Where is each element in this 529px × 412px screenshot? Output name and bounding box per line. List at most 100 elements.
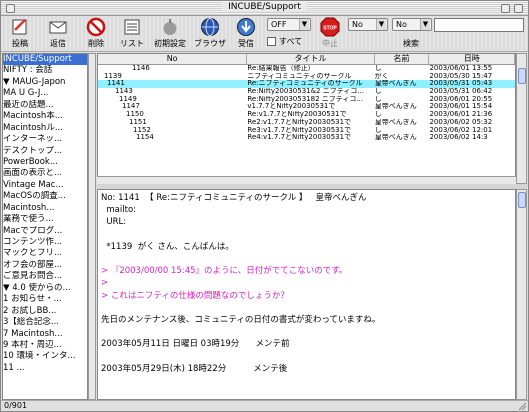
column-header-no[interactable]: No	[98, 54, 248, 64]
tree-item[interactable]: オフ会の部屋...	[3, 260, 87, 271]
tree-item[interactable]: 業務で使う...	[3, 214, 87, 225]
message-body-scrollbar[interactable]	[516, 189, 527, 400]
message-body[interactable]: No: 1141 【 Re:ニフティコミュニティのサークル 】 皇帝べんぎん m…	[97, 189, 516, 400]
delete-button[interactable]: 削除	[79, 17, 113, 51]
table-row[interactable]: 1152 Re3:v1.7.7とNifty20030531で し 2003/06/02…	[98, 127, 515, 135]
tree-item[interactable]: インターネッ...	[3, 134, 87, 145]
body-line: *1139 がく さん、こんばんは。	[101, 241, 234, 252]
filter-select[interactable]: No ▼	[392, 18, 432, 31]
search-input[interactable]	[434, 18, 524, 32]
table-row[interactable]: 1146 Re:結果報告（修正） し 2003/06/01 13:55	[98, 65, 515, 73]
cell-title: Re:Nifty20030531&2 ニフティコ...	[247, 88, 364, 96]
tree-item[interactable]: 2 お試しBB...	[3, 306, 87, 317]
body-line	[101, 229, 515, 241]
window-title: INCUBE/Support	[222, 2, 307, 12]
tree-item[interactable]: Vintage Mac...	[3, 180, 87, 191]
message-list[interactable]: No タイトル 名前 日時 1146 Re:結果報告（修正） し 2003/06/01…	[97, 53, 516, 184]
title-bar[interactable]: INCUBE/Support	[1, 1, 528, 16]
browser-button[interactable]: ブラウザ	[193, 17, 227, 51]
initial-settings-button[interactable]: 初期設定	[153, 17, 187, 51]
cell-no: 1139	[104, 72, 122, 80]
table-row[interactable]: 1141 Re:ニフティコミュニティのサークル 皇帝べんぎん 2003/05/31 0…	[98, 80, 515, 89]
quoted-line: > 『2003/00/00 15:45』のように、日付がでてこないのです。	[101, 266, 348, 277]
table-row[interactable]: 1147 v1.7.7とNifty20030531で 皇帝べんぎん 2003/06/0…	[98, 103, 515, 111]
tree-item[interactable]: ▼ 4.0 使からの...	[3, 283, 87, 294]
cell-date: 2003/06/02 12:01	[429, 126, 493, 134]
tree-item[interactable]: INCUBE/Support	[3, 54, 87, 66]
tree-item[interactable]: ▼ MAUG-Japon	[3, 77, 87, 88]
quoted-line: >	[101, 278, 109, 289]
cell-name: 皇帝べんぎん	[374, 118, 417, 126]
folder-tree[interactable]: INCUBE/Support NIFTY : 会話 ▼ MAUG-Japon MA …	[2, 53, 88, 400]
cell-name: し	[374, 65, 382, 72]
body-line	[101, 387, 515, 399]
cell-no: 1147	[122, 103, 140, 111]
message-text: *1139 がく さん、こんばんは。 > 『2003/00/00 15:45』のよ…	[101, 229, 515, 399]
list-icon	[124, 19, 140, 35]
column-header-title[interactable]: タイトル	[247, 54, 375, 64]
all-label: すべて	[279, 37, 303, 46]
tree-item[interactable]: NIFTY : 会話	[3, 65, 87, 76]
cell-title: Re:ニフティコミュニティのサークル	[247, 80, 363, 88]
scroll-thumb[interactable]	[518, 192, 526, 208]
table-row[interactable]: 1150 Re:v1.7.7とNifty20030531で し 2003/06/01 …	[98, 111, 515, 119]
cell-date: 2003/06/01 15:54	[429, 103, 493, 111]
tree-item[interactable]: 11 ...	[3, 363, 87, 374]
tree-item[interactable]: 9 本村・周辺...	[3, 340, 87, 351]
body-line: 2003年05月11日 日曜日 03時19分 メンテ前	[101, 339, 290, 350]
list-header: No タイトル 名前 日時	[98, 54, 515, 65]
table-row[interactable]: 1154 Re4:v1.7.7とNifty20030531で 皇帝べんぎん 2003/…	[98, 134, 515, 142]
zoom-box-icon[interactable]	[501, 4, 510, 13]
tree-item[interactable]: Macでプログ...	[3, 226, 87, 237]
tree-item[interactable]: Macintosh...	[3, 203, 87, 214]
tree-item[interactable]: MA U G-J...	[3, 88, 87, 99]
scroll-thumb[interactable]	[518, 68, 526, 84]
mode-select[interactable]: OFF ▼	[267, 18, 311, 31]
cell-name: し	[374, 126, 382, 134]
tree-item[interactable]: 7 Macintosh...	[3, 329, 87, 340]
tree-item[interactable]: ご意見お問合...	[3, 271, 87, 282]
tree-item[interactable]: Macintosh本...	[3, 111, 87, 122]
tree-item[interactable]: 最近の話題...	[3, 100, 87, 111]
list-rows: 1146 Re:結果報告（修正） し 2003/06/01 13:55 1139 ニフティ…	[98, 65, 515, 142]
post-button[interactable]: 投稿	[3, 17, 37, 51]
column-header-date[interactable]: 日時	[429, 54, 515, 64]
folder-tree-scrollbar[interactable]	[88, 53, 96, 400]
tree-item[interactable]: MacOSの調査...	[3, 191, 87, 202]
body-line	[101, 326, 515, 338]
tree-item[interactable]: 10 環境・インタ...	[3, 351, 87, 362]
resize-grip-icon[interactable]	[517, 400, 527, 411]
receive-button[interactable]: 受信	[229, 17, 263, 51]
cell-title: Re:v1.7.7とNifty20030531で	[247, 111, 347, 119]
cell-title: v1.7.7とNifty20030531で	[247, 103, 336, 111]
tree-item[interactable]: 画面の表示と...	[3, 168, 87, 179]
tree-item[interactable]: Macintoshル...	[3, 123, 87, 134]
table-row[interactable]: 1139 ニフティコミュニティのサークル がく 2003/05/30 15:47	[98, 73, 515, 81]
cell-name: し	[374, 111, 382, 119]
sort-select[interactable]: No ▼	[348, 18, 388, 31]
list-button[interactable]: リスト	[115, 17, 149, 51]
cell-date: 2003/06/01 13:55	[429, 65, 493, 72]
table-row[interactable]: 1143 Re:Nifty20030531&2 ニフティコ... し 2003/05/…	[98, 88, 515, 96]
tree-item[interactable]: マックとフリ...	[3, 248, 87, 259]
tree-item[interactable]: PowerBook...	[3, 157, 87, 168]
table-row[interactable]: 1149 Re:Nifty2003053182 ニフティコ... し 2003/06/…	[98, 96, 515, 104]
reply-all-button[interactable]: 返信	[41, 17, 75, 51]
table-row[interactable]: 1151 Re2:v1.7.7とNifty20030531で 皇帝べんぎん 2003/…	[98, 119, 515, 127]
column-header-name[interactable]: 名前	[375, 54, 430, 64]
all-checkbox[interactable]	[267, 37, 276, 46]
cell-title: ニフティコミュニティのサークル	[247, 72, 352, 80]
tree-item[interactable]: デスクトップ...	[3, 146, 87, 157]
body-line	[101, 253, 515, 265]
tree-item[interactable]: 1 お知らせ・...	[3, 294, 87, 305]
collapse-box-icon[interactable]	[514, 4, 523, 13]
tree-item[interactable]: コンテンツ作...	[3, 237, 87, 248]
search-label: 検索	[403, 39, 419, 48]
tree-item[interactable]: 3【総合記念...	[3, 317, 87, 328]
cell-title: Re2:v1.7.7とNifty20030531で	[247, 118, 352, 126]
message-list-scrollbar[interactable]	[516, 53, 527, 184]
cell-no: 1146	[132, 65, 150, 72]
message-list-hscrollbar[interactable]	[97, 176, 516, 184]
message-header: No: 1141 【 Re:ニフティコミュニティのサークル 】 皇帝べんぎん	[101, 193, 367, 203]
stop-button[interactable]: STOP 中止	[313, 17, 347, 51]
